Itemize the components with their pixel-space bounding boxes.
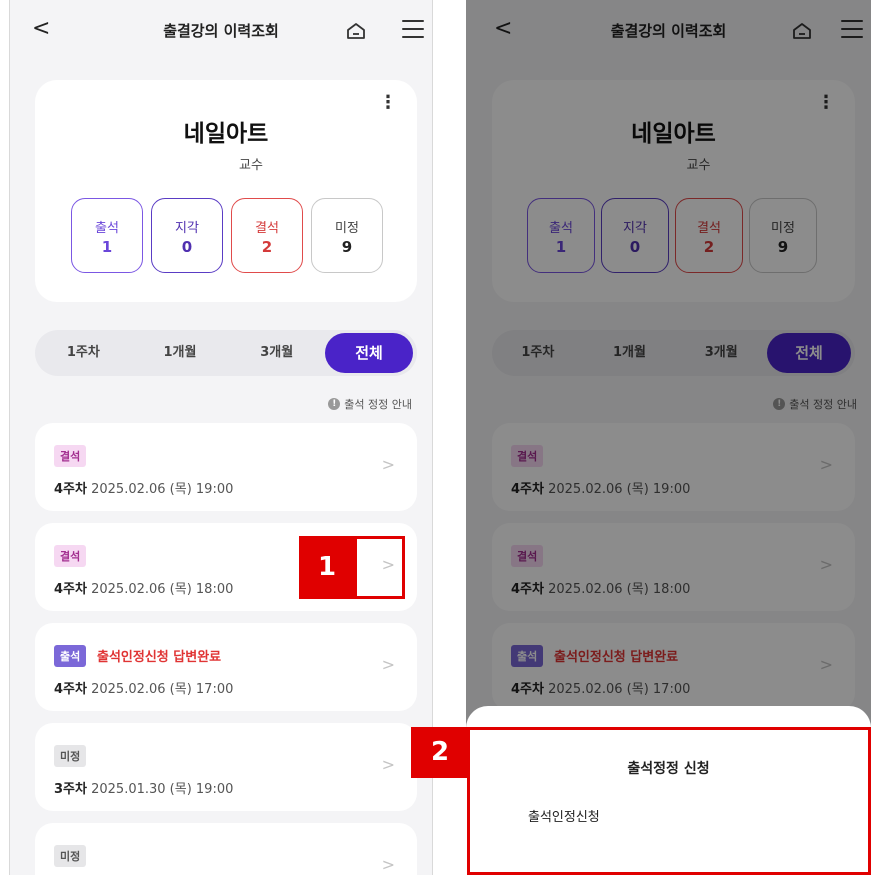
- attendance-summary: 출석 1 지각 0 결석 2 미정 9: [71, 198, 383, 273]
- app-header: < 출결강의 이력조회: [10, 0, 432, 62]
- status-badge: 출석: [54, 645, 87, 667]
- period-tabs: 1주차 1개월 3개월 전체: [35, 330, 417, 376]
- highlight-chevron-box: [354, 536, 405, 599]
- record-card[interactable]: 미정 >: [35, 823, 417, 875]
- profile-card: ⋮ 네일아트 교수 출석 1 지각 0 결석 2 미정 9: [35, 80, 417, 302]
- step-marker-1: 1: [299, 536, 355, 599]
- record-date: 3주차 2025.01.30 (목) 19:00: [54, 782, 234, 797]
- tab-1month[interactable]: 1개월: [132, 330, 229, 376]
- tab-all[interactable]: 전체: [325, 333, 414, 373]
- chevron-right-icon[interactable]: >: [382, 855, 395, 874]
- record-card[interactable]: 결석 4주차 2025.02.06 (목) 19:00 >: [35, 423, 417, 511]
- record-date: 4주차 2025.02.06 (목) 17:00: [54, 682, 234, 697]
- chevron-right-icon[interactable]: >: [382, 755, 395, 774]
- attendance-correction-notice[interactable]: ! 출석 정정 안내: [328, 396, 412, 412]
- status-badge: 결석: [54, 445, 87, 467]
- stat-late: 지각 0: [151, 198, 223, 273]
- hamburger-menu-icon[interactable]: [402, 20, 424, 40]
- status-badge: 미정: [54, 845, 87, 867]
- status-badge: 결석: [54, 545, 87, 567]
- stat-undecided: 미정 9: [311, 198, 383, 273]
- tab-3months[interactable]: 3개월: [228, 330, 325, 376]
- tab-1week[interactable]: 1주차: [35, 330, 132, 376]
- request-status: 출석인정신청 답변완료: [97, 650, 222, 665]
- info-icon: !: [328, 398, 341, 410]
- home-icon[interactable]: [346, 22, 366, 40]
- record-card[interactable]: 출석 출석인정신청 답변완료 4주차 2025.02.06 (목) 17:00 …: [35, 623, 417, 711]
- highlight-sheet-box: [467, 727, 871, 875]
- stat-attendance: 출석 1: [71, 198, 143, 273]
- record-card[interactable]: 미정 3주차 2025.01.30 (목) 19:00 >: [35, 723, 417, 811]
- record-date: 4주차 2025.02.06 (목) 19:00: [54, 482, 234, 497]
- left-screen: < 출결강의 이력조회 ⋮ 네일아트 교수 출석 1 지각 0 결석 2 미정 9 1주…: [9, 0, 433, 875]
- step-marker-2: 2: [411, 727, 469, 778]
- record-date: 4주차 2025.02.06 (목) 18:00: [54, 582, 234, 597]
- stat-absent: 결석 2: [231, 198, 303, 273]
- more-options-icon[interactable]: ⋮: [379, 94, 397, 112]
- course-name: 네일아트: [183, 121, 269, 147]
- chevron-right-icon[interactable]: >: [382, 655, 395, 674]
- status-badge: 미정: [54, 745, 87, 767]
- chevron-right-icon[interactable]: >: [382, 455, 395, 474]
- page-title: 출결강의 이력조회: [163, 22, 279, 40]
- professor-label: 교수: [239, 158, 263, 173]
